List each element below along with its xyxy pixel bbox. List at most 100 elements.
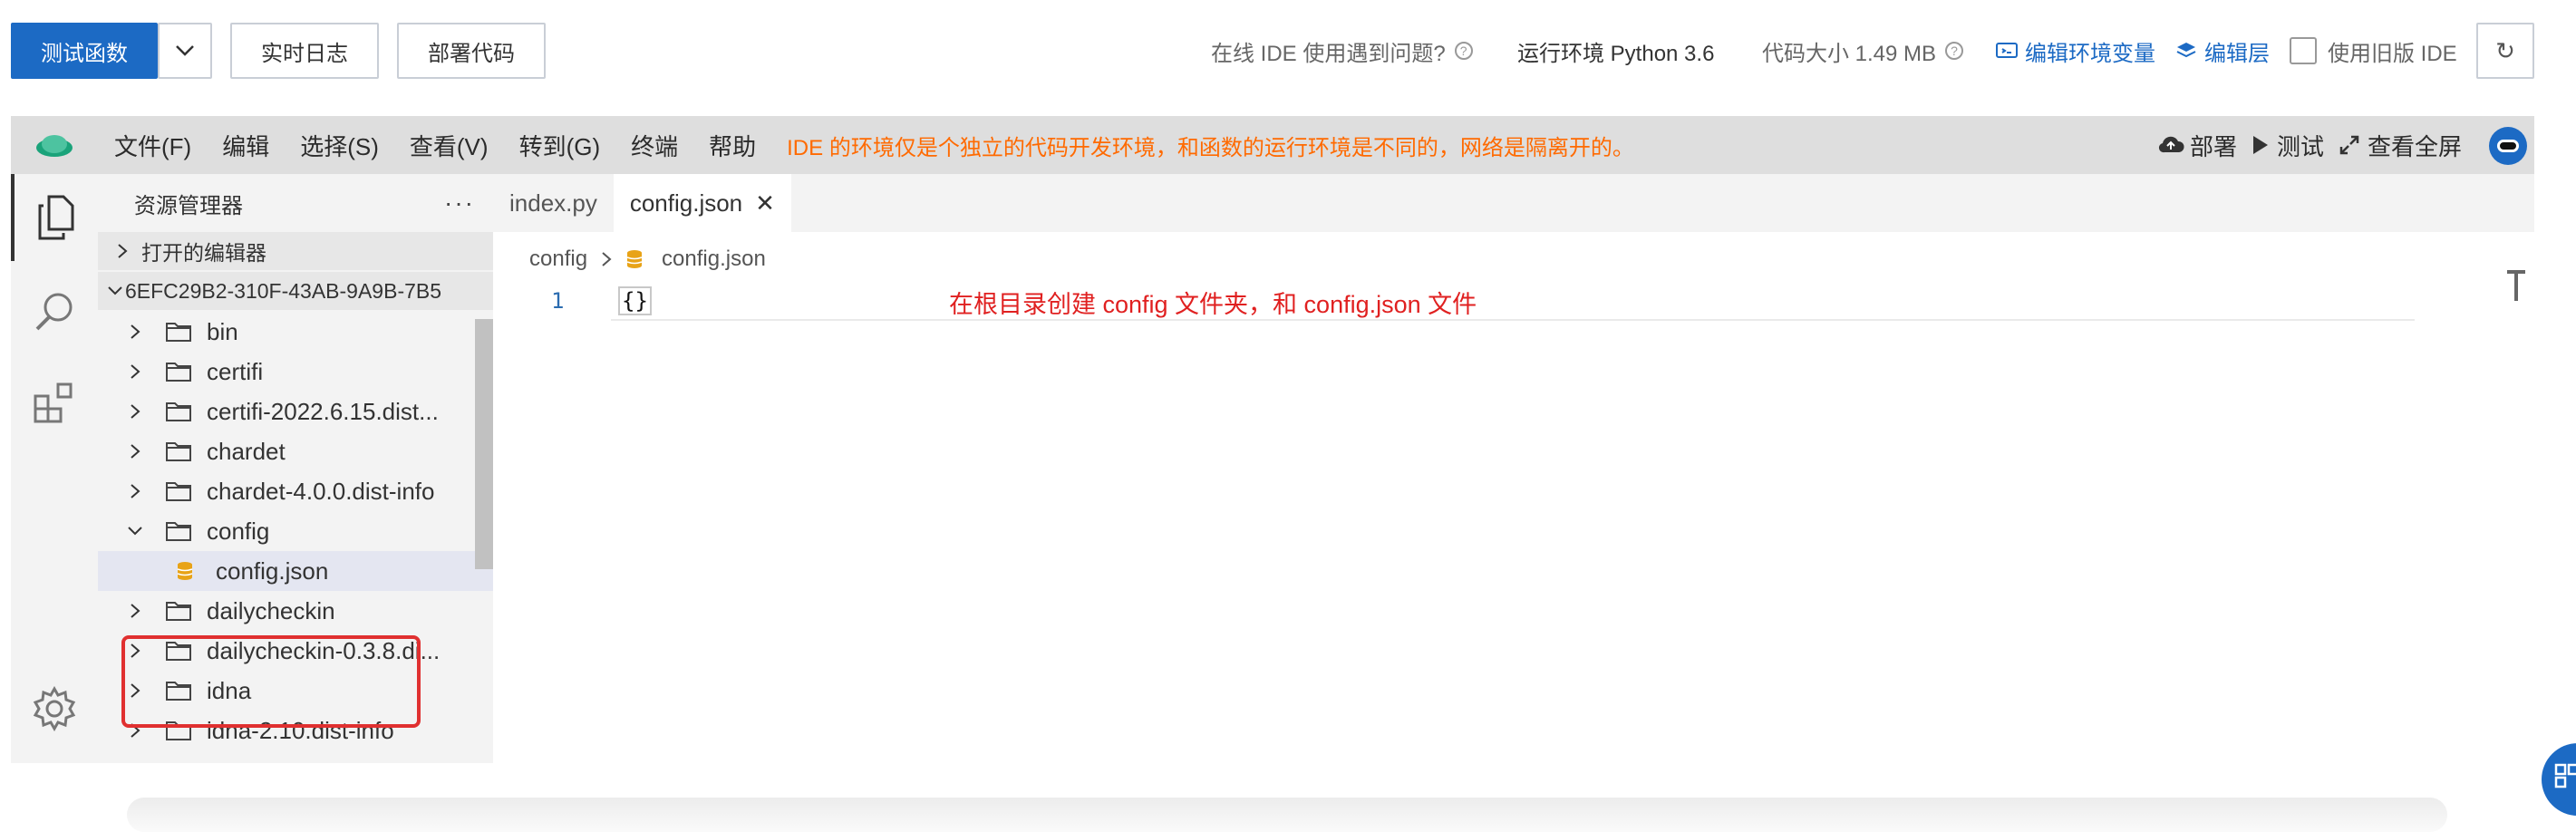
old-ide-checkbox[interactable] [2290, 37, 2317, 64]
line-number: 1 [551, 288, 565, 314]
code-content[interactable]: {} [618, 286, 652, 315]
tab-label: index.py [509, 189, 597, 217]
menu-selection[interactable]: 选择(S) [300, 129, 379, 162]
workspace-root-section[interactable]: 6EFC29B2-310F-43AB-9A9B-7B5 [98, 272, 493, 312]
editor-area: index.py config.json ✕ config config.jso… [493, 174, 2534, 763]
deploy-menu-button[interactable]: 部署 [2157, 116, 2237, 174]
realtime-log-button[interactable]: 实时日志 [230, 23, 379, 79]
workspace-root-label: 6EFC29B2-310F-43AB-9A9B-7B5 [125, 278, 442, 303]
tree-item-label: certifi-2022.6.15.dist... [207, 397, 439, 425]
ide-help[interactable]: 在线 IDE 使用遇到问题? ? [1211, 34, 1473, 67]
help-icon: ? [1454, 42, 1473, 60]
menu-view[interactable]: 查看(V) [410, 129, 489, 162]
edit-layer-link[interactable]: 编辑层 [2175, 34, 2270, 67]
help-icon: ? [1945, 42, 1964, 60]
tree-item-label: bin [207, 317, 238, 345]
top-toolbar: 测试函数 实时日志 部署代码 在线 IDE 使用遇到问题? ? 运行环境 Pyt… [0, 0, 2576, 100]
json-file-icon [177, 562, 193, 580]
open-editors-section[interactable]: 打开的编辑器 [98, 232, 493, 272]
folder-icon [166, 402, 191, 421]
floating-action-button[interactable] [2542, 743, 2576, 816]
use-old-ide-label: 使用旧版 IDE [2328, 41, 2457, 66]
menu-file[interactable]: 文件(F) [114, 129, 191, 162]
test-function-button[interactable]: 测试函数 [11, 23, 158, 79]
folder-icon [166, 482, 191, 501]
user-avatar[interactable] [2489, 127, 2527, 165]
code-size-text: 代码大小 1.49 MB [1762, 41, 1937, 66]
deploy-code-button[interactable]: 部署代码 [397, 23, 546, 79]
test-label: 测试 [2277, 132, 2325, 160]
menu-terminal[interactable]: 终端 [631, 129, 678, 162]
use-old-ide-toggle[interactable]: 使用旧版 IDE [2290, 34, 2457, 67]
tree-item-label: config.json [216, 556, 329, 585]
extensions-activity-icon[interactable] [11, 359, 98, 446]
environment-notice: IDE 的环境仅是个独立的代码开发环境，和函数的运行环境是不同的，网络是隔离开的… [787, 135, 1634, 160]
tree-item-label: certifi [207, 357, 264, 385]
tree-item-label: config [207, 517, 270, 545]
breadcrumb-file[interactable]: config.json [662, 247, 766, 272]
explorer-activity-icon[interactable] [11, 174, 98, 261]
breadcrumb-folder[interactable]: config [529, 247, 587, 272]
tree-folder-certifi[interactable]: certifi [98, 352, 493, 392]
explorer-scrollbar[interactable] [475, 319, 493, 569]
tab-config-json[interactable]: config.json ✕ [613, 174, 791, 232]
tree-folder-bin[interactable]: bin [98, 312, 493, 352]
cloud-upload-icon [2158, 136, 2184, 153]
search-activity-icon[interactable] [11, 268, 98, 355]
test-function-dropdown-button[interactable] [158, 23, 212, 79]
current-line-highlight [611, 319, 2415, 321]
activity-bar [11, 174, 98, 763]
explorer-header: 资源管理器 ··· [98, 174, 493, 232]
menu-help[interactable]: 帮助 [709, 129, 756, 162]
layers-icon [2176, 43, 2196, 58]
folder-icon [166, 602, 191, 621]
tree-folder-chardet-dist-info[interactable]: chardet-4.0.0.dist-info [98, 471, 493, 511]
tree-folder-dailycheckin[interactable]: dailycheckin [98, 591, 493, 631]
chevron-right-icon [118, 244, 128, 258]
breadcrumb: config config.json [529, 247, 766, 272]
chevron-down-icon [108, 286, 122, 295]
annotation-text: 在根目录创建 config 文件夹，和 config.json 文件 [949, 291, 1477, 318]
chevron-right-icon [125, 323, 145, 341]
close-icon[interactable]: ✕ [755, 189, 775, 218]
chevron-right-icon [125, 442, 145, 460]
deploy-label: 部署 [2190, 132, 2238, 160]
tree-item-label: chardet [207, 437, 286, 465]
open-editors-label: 打开的编辑器 [141, 241, 266, 265]
edit-env-vars-link[interactable]: 编辑环境变量 [1996, 34, 2155, 67]
menubar: 文件(F) 编辑 选择(S) 查看(V) 转到(G) 终端 帮助 IDE 的环境… [11, 116, 2534, 174]
test-menu-button[interactable]: 测试 [2252, 116, 2324, 174]
more-actions-button[interactable]: ··· [444, 189, 475, 218]
code-size: 代码大小 1.49 MB ? [1762, 34, 1964, 67]
tree-folder-config[interactable]: config [98, 511, 493, 551]
refresh-icon: ↻ [2495, 36, 2515, 64]
folder-icon [166, 442, 191, 461]
tab-index-py[interactable]: index.py [493, 174, 614, 232]
chevron-right-icon [602, 252, 612, 266]
minimap-cursor [2514, 270, 2518, 301]
highlight-box [121, 635, 421, 728]
ide-frame: 文件(F) 编辑 选择(S) 查看(V) 转到(G) 终端 帮助 IDE 的环境… [11, 116, 2534, 763]
env-icon [1996, 43, 2018, 58]
chevron-right-icon [125, 482, 145, 500]
chevron-down-icon [176, 45, 194, 56]
edit-env-vars-label: 编辑环境变量 [2025, 41, 2155, 66]
runtime-label: 运行环境 Python 3.6 [1517, 41, 1715, 66]
tree-folder-chardet[interactable]: chardet [98, 431, 493, 471]
folder-icon [166, 363, 191, 382]
fullscreen-button[interactable]: 查看全屏 [2339, 116, 2462, 174]
ide-logo-icon [11, 116, 98, 174]
refresh-button[interactable]: ↻ [2476, 23, 2534, 79]
tree-folder-certifi-dist-info[interactable]: certifi-2022.6.15.dist... [98, 392, 493, 431]
chevron-down-icon [125, 525, 145, 537]
tree-item-label: chardet-4.0.0.dist-info [207, 477, 435, 505]
play-icon [2253, 136, 2268, 154]
menu-goto[interactable]: 转到(G) [519, 129, 601, 162]
tree-file-config-json[interactable]: config.json [98, 551, 493, 591]
tab-label: config.json [629, 189, 743, 217]
menu-edit[interactable]: 编辑 [222, 129, 269, 162]
tree-item-label: dailycheckin [207, 596, 335, 624]
settings-gear-icon[interactable] [11, 665, 98, 752]
editor-tabs: index.py config.json ✕ [493, 174, 2534, 232]
folder-icon [166, 323, 191, 342]
